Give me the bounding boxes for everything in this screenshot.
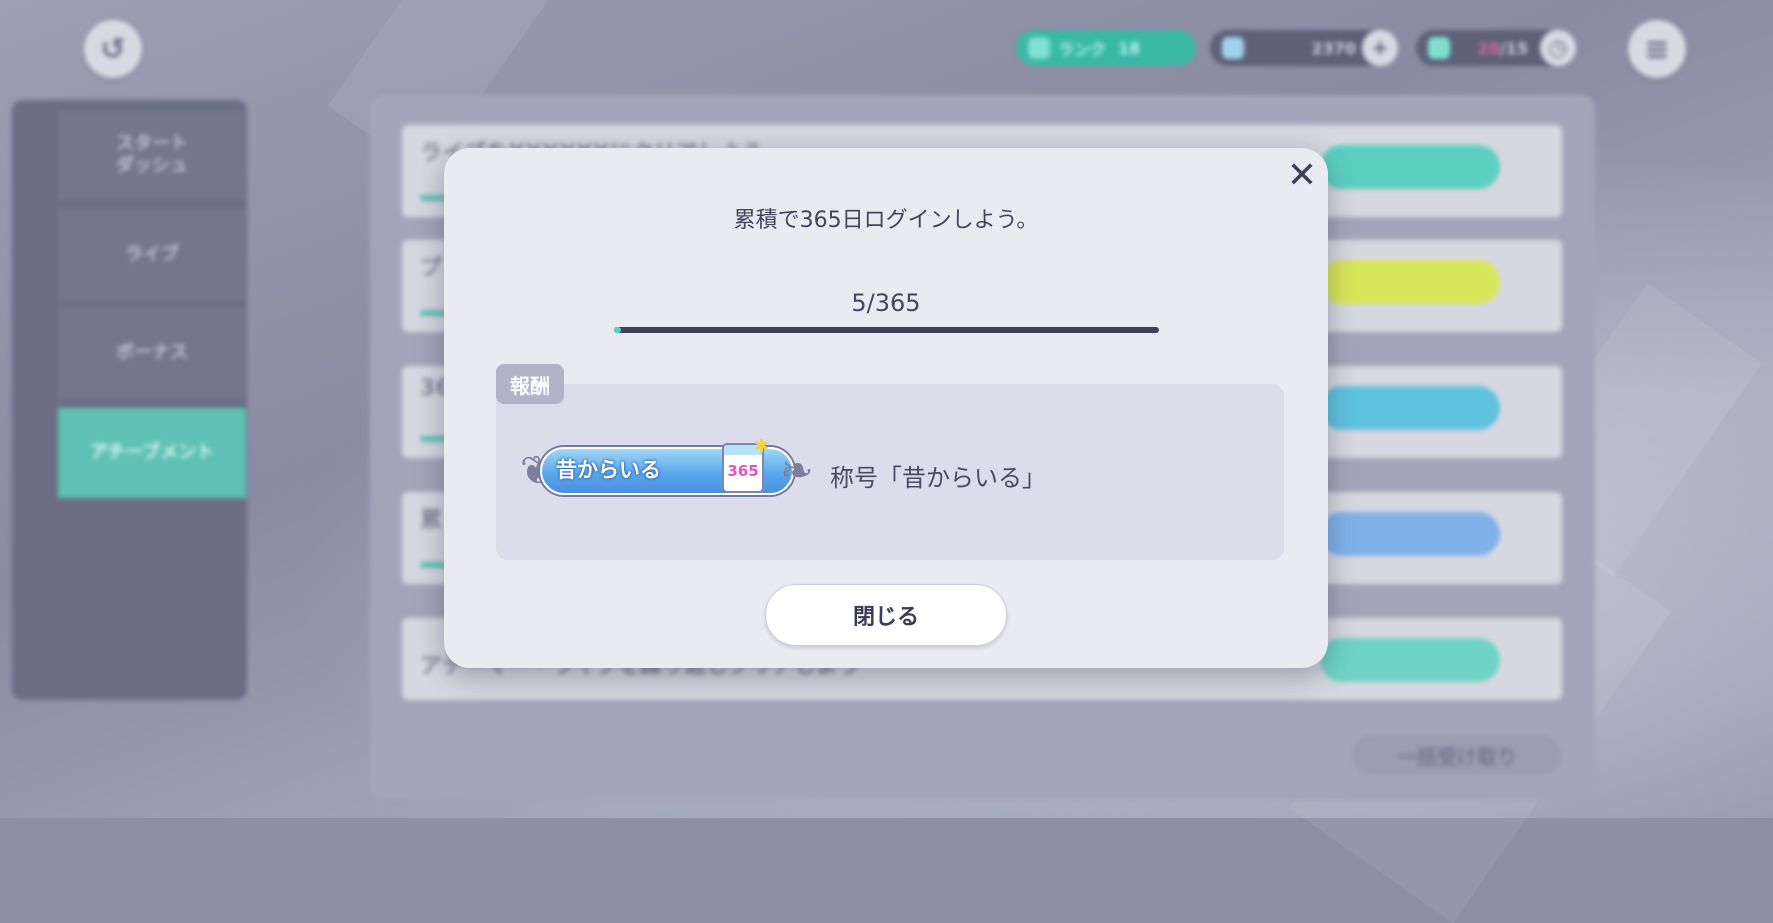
star-icon: ✱ xyxy=(754,436,770,457)
progress-text: 5/365 xyxy=(851,289,921,317)
rank-icon xyxy=(1028,37,1050,59)
hamburger-icon: ≡ xyxy=(1644,31,1670,67)
back-button[interactable]: ↺ xyxy=(84,20,142,78)
mission-title: 累積で365日ログインしよう。 xyxy=(733,208,1039,233)
collect-all-button[interactable]: 一括受け取り xyxy=(1352,735,1562,775)
add-crystal-button[interactable]: + xyxy=(1362,30,1398,66)
close-icon[interactable]: ✕ xyxy=(1284,158,1320,194)
progress-bar xyxy=(614,327,1159,333)
badge-text: 昔からいる xyxy=(556,458,661,482)
crystal-icon xyxy=(1222,37,1244,59)
crystal-count: 2370 xyxy=(1311,38,1356,58)
tab-start-dash[interactable]: スタート ダッシュ xyxy=(58,110,246,200)
reward-tag: 報酬 xyxy=(496,364,564,404)
stamina-timer-icon[interactable]: ◷ xyxy=(1540,30,1576,66)
rank-pill: ランク 18 xyxy=(1016,30,1196,66)
tab-live[interactable]: ライブ xyxy=(58,210,246,300)
close-button[interactable]: 閉じる xyxy=(765,584,1007,646)
calendar-number: 365 xyxy=(727,462,759,480)
reward-name: 称号「昔からいる」 xyxy=(830,464,1046,492)
close-button-label: 閉じる xyxy=(852,605,919,630)
progress-fill xyxy=(614,327,622,333)
rank-label: ランク xyxy=(1058,40,1107,59)
stamina-icon xyxy=(1428,37,1450,59)
tab-bonus[interactable]: ボーナス xyxy=(58,308,246,398)
rank-value: 18 xyxy=(1118,38,1141,58)
tab-achievement[interactable]: アチーブメント xyxy=(58,408,246,498)
stamina-max: /15 xyxy=(1499,38,1528,58)
back-arrow-icon: ↺ xyxy=(100,31,126,67)
stamina-current: 20 xyxy=(1477,38,1500,58)
title-badge: ❦ 昔からいる 365 ✱ ❧ xyxy=(520,436,814,502)
menu-button[interactable]: ≡ xyxy=(1628,20,1686,78)
laurel-right-icon: ❧ xyxy=(780,448,814,494)
